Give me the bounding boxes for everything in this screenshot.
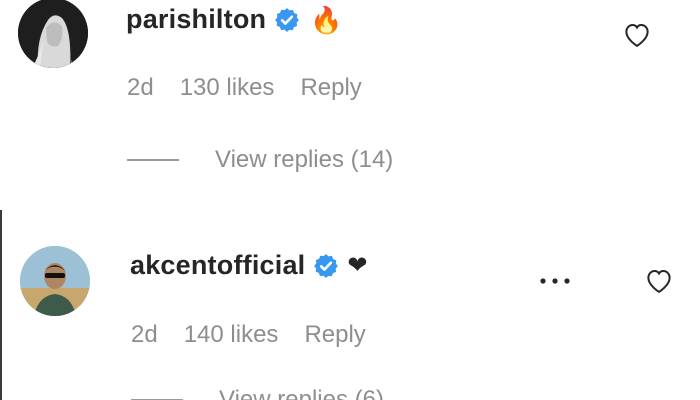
- black-heart-emoji: ❤: [347, 251, 368, 279]
- reply-button[interactable]: Reply: [304, 321, 365, 349]
- replies-divider: [127, 159, 179, 161]
- comment-meta: 2d 140 likes Reply: [131, 321, 392, 349]
- likes-count[interactable]: 140 likes: [184, 321, 279, 349]
- username-row: akcentofficial ❤: [130, 250, 367, 281]
- comment-meta: 2d 130 likes Reply: [127, 74, 388, 102]
- comment-item: parishilton 🔥 2d 130 likes Reply View re…: [0, 0, 700, 210]
- fire-emoji: 🔥: [310, 4, 343, 35]
- avatar[interactable]: [20, 246, 90, 316]
- comment-item: akcentofficial ❤ 2d 140 likes Reply View…: [0, 218, 700, 400]
- ellipsis-icon[interactable]: [537, 276, 573, 286]
- comment-age: 2d: [127, 74, 154, 101]
- verified-badge-icon: [275, 7, 300, 32]
- likes-count[interactable]: 130 likes: [180, 74, 275, 102]
- comment-age: 2d: [131, 321, 158, 348]
- username-link[interactable]: akcentofficial: [130, 250, 305, 281]
- verified-badge-icon: [314, 253, 339, 278]
- username-link[interactable]: parishilton: [126, 4, 266, 35]
- heart-outline-icon[interactable]: [622, 20, 652, 48]
- username-row: parishilton 🔥: [126, 4, 343, 35]
- avatar[interactable]: [18, 0, 88, 68]
- reply-button[interactable]: Reply: [300, 74, 361, 102]
- view-replies-button[interactable]: View replies (6): [131, 386, 384, 400]
- heart-outline-icon[interactable]: [644, 266, 674, 294]
- view-replies-label: View replies (6): [219, 386, 384, 400]
- view-replies-label: View replies (14): [215, 146, 394, 173]
- view-replies-button[interactable]: View replies (14): [127, 146, 393, 174]
